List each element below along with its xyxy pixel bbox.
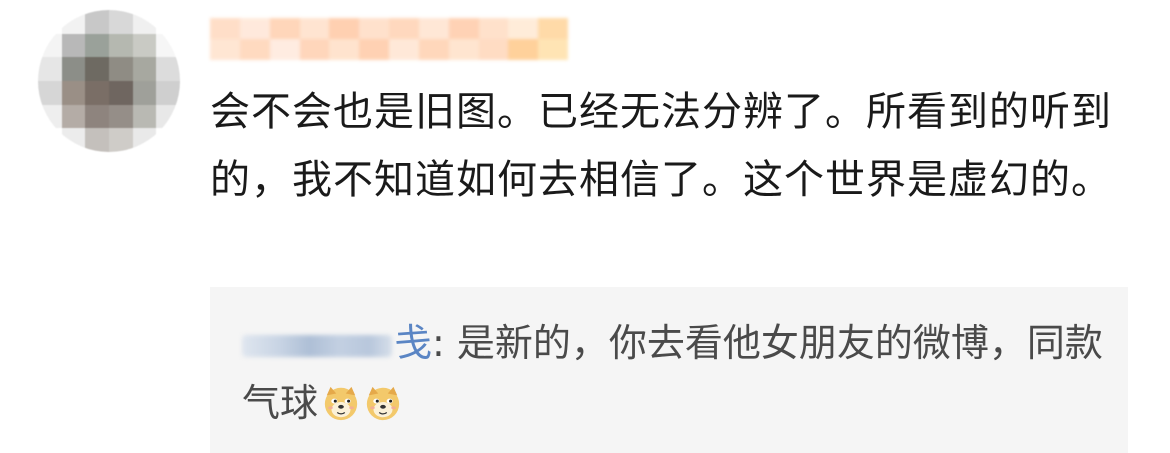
doge-icon bbox=[366, 386, 400, 421]
reply-author[interactable]: 戋 bbox=[242, 313, 432, 373]
reply-content: 戋: 是新的，你去看他女朋友的微博，同款气球 bbox=[242, 313, 1112, 433]
avatar[interactable] bbox=[38, 10, 180, 152]
doge-icon bbox=[324, 386, 358, 421]
username[interactable] bbox=[210, 18, 568, 60]
reply-box[interactable]: 戋: 是新的，你去看他女朋友的微博，同款气球 bbox=[210, 287, 1128, 453]
comment-text: 会不会也是旧图。已经无法分辨了。所看到的听到的，我不知道如何去相信了。这个世界是… bbox=[210, 89, 1112, 203]
reply-separator: : bbox=[432, 321, 457, 365]
reply-author-blurred-name bbox=[242, 334, 392, 357]
